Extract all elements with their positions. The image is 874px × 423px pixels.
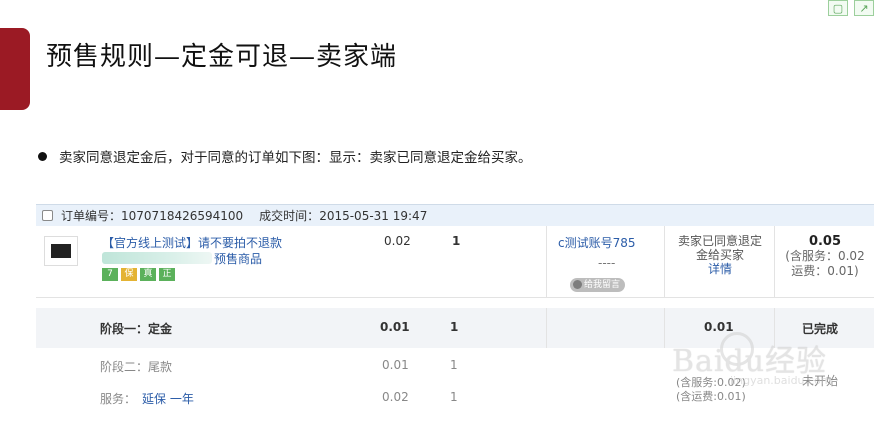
stage-two-qty: 1 bbox=[450, 358, 458, 372]
product-title-link[interactable]: 【官方线上测试】请不要拍不退款 bbox=[102, 234, 282, 251]
baidu-watermark: Baidu经验 jingyan.baidu.com bbox=[672, 322, 874, 396]
message-button-label: 给我留言 bbox=[584, 280, 621, 290]
stage-one-price: 0.01 bbox=[380, 320, 410, 334]
order-checkbox[interactable] bbox=[42, 210, 53, 221]
watermark-subtext: jingyan.baidu.com bbox=[730, 374, 832, 387]
product-thumbnail[interactable] bbox=[44, 236, 78, 266]
quantity: 1 bbox=[452, 234, 461, 248]
stage-one-qty: 1 bbox=[450, 320, 459, 334]
total-service: (含服务：0.02 bbox=[785, 249, 865, 263]
badge-authentic-icon: 真 bbox=[140, 268, 156, 281]
stage-two-label: 阶段二：尾款 bbox=[100, 360, 173, 374]
order-status: 卖家已同意退定 金给买家 详情 bbox=[668, 234, 772, 276]
bullet-point: 卖家同意退定金后，对于同意的订单如下图：显示：卖家已同意退定金给买家。 bbox=[38, 146, 532, 166]
service-qty: 1 bbox=[450, 390, 458, 404]
stage-one-label: 阶段一：定金 bbox=[100, 322, 173, 336]
unit-price: 0.02 bbox=[384, 234, 411, 248]
message-icon bbox=[573, 280, 582, 289]
service-label: 服务： bbox=[100, 392, 137, 406]
service-name-link[interactable]: 延保 一年 bbox=[142, 390, 194, 407]
slide-title: 预售规则—定金可退—卖家端 bbox=[46, 42, 398, 72]
status-line-1: 卖家已同意退定 bbox=[677, 234, 762, 248]
buyer-dash: ---- bbox=[598, 256, 616, 270]
blurred-text bbox=[102, 252, 212, 264]
divider bbox=[664, 226, 665, 298]
divider bbox=[664, 308, 665, 348]
divider bbox=[774, 226, 775, 298]
total-shipping: 运费：0.01) bbox=[791, 264, 859, 278]
bullet-dot-icon bbox=[38, 151, 47, 161]
status-detail-link[interactable]: 详情 bbox=[668, 262, 772, 276]
badge-seven-day-icon: 7 bbox=[102, 268, 118, 281]
presale-tag: 预售商品 bbox=[214, 252, 263, 266]
service-price: 0.02 bbox=[382, 390, 409, 404]
badge-genuine-icon: 正 bbox=[159, 268, 175, 281]
badge-guarantee-icon: 保 bbox=[121, 268, 137, 281]
order-item-row: 【官方线上测试】请不要拍不退款 预售商品 7 保 真 正 0.02 1 c测试账… bbox=[36, 226, 874, 298]
corner-toolbar: ▢ ↗ bbox=[828, 0, 874, 16]
order-header: 订单编号： 1070718426594100 成交时间： 2015-05-31 … bbox=[36, 204, 874, 226]
deal-time: 2015-05-31 19:47 bbox=[319, 208, 428, 223]
window-icon[interactable]: ▢ bbox=[828, 0, 848, 16]
order-number: 1070718426594100 bbox=[121, 208, 244, 223]
stage-two-price: 0.01 bbox=[382, 358, 409, 372]
buyer-name-link[interactable]: c测试账号785 bbox=[558, 234, 636, 251]
deal-time-label: 成交时间： bbox=[259, 209, 320, 223]
message-button[interactable]: 给我留言 bbox=[570, 278, 626, 292]
total-amount: 0.05 bbox=[808, 234, 842, 249]
service-badges: 7 保 真 正 bbox=[102, 268, 175, 281]
title-accent-bar bbox=[0, 28, 30, 110]
status-line-2: 金给买家 bbox=[695, 248, 744, 262]
bullet-text: 卖家同意退定金后，对于同意的订单如下图：显示：卖家已同意退定金给买家。 bbox=[59, 150, 532, 166]
order-number-label: 订单编号： bbox=[61, 209, 122, 223]
divider bbox=[546, 226, 547, 298]
order-total: 0.05 (含服务：0.02 运费：0.01) bbox=[776, 234, 874, 279]
divider bbox=[546, 308, 547, 348]
share-icon[interactable]: ↗ bbox=[854, 0, 874, 16]
